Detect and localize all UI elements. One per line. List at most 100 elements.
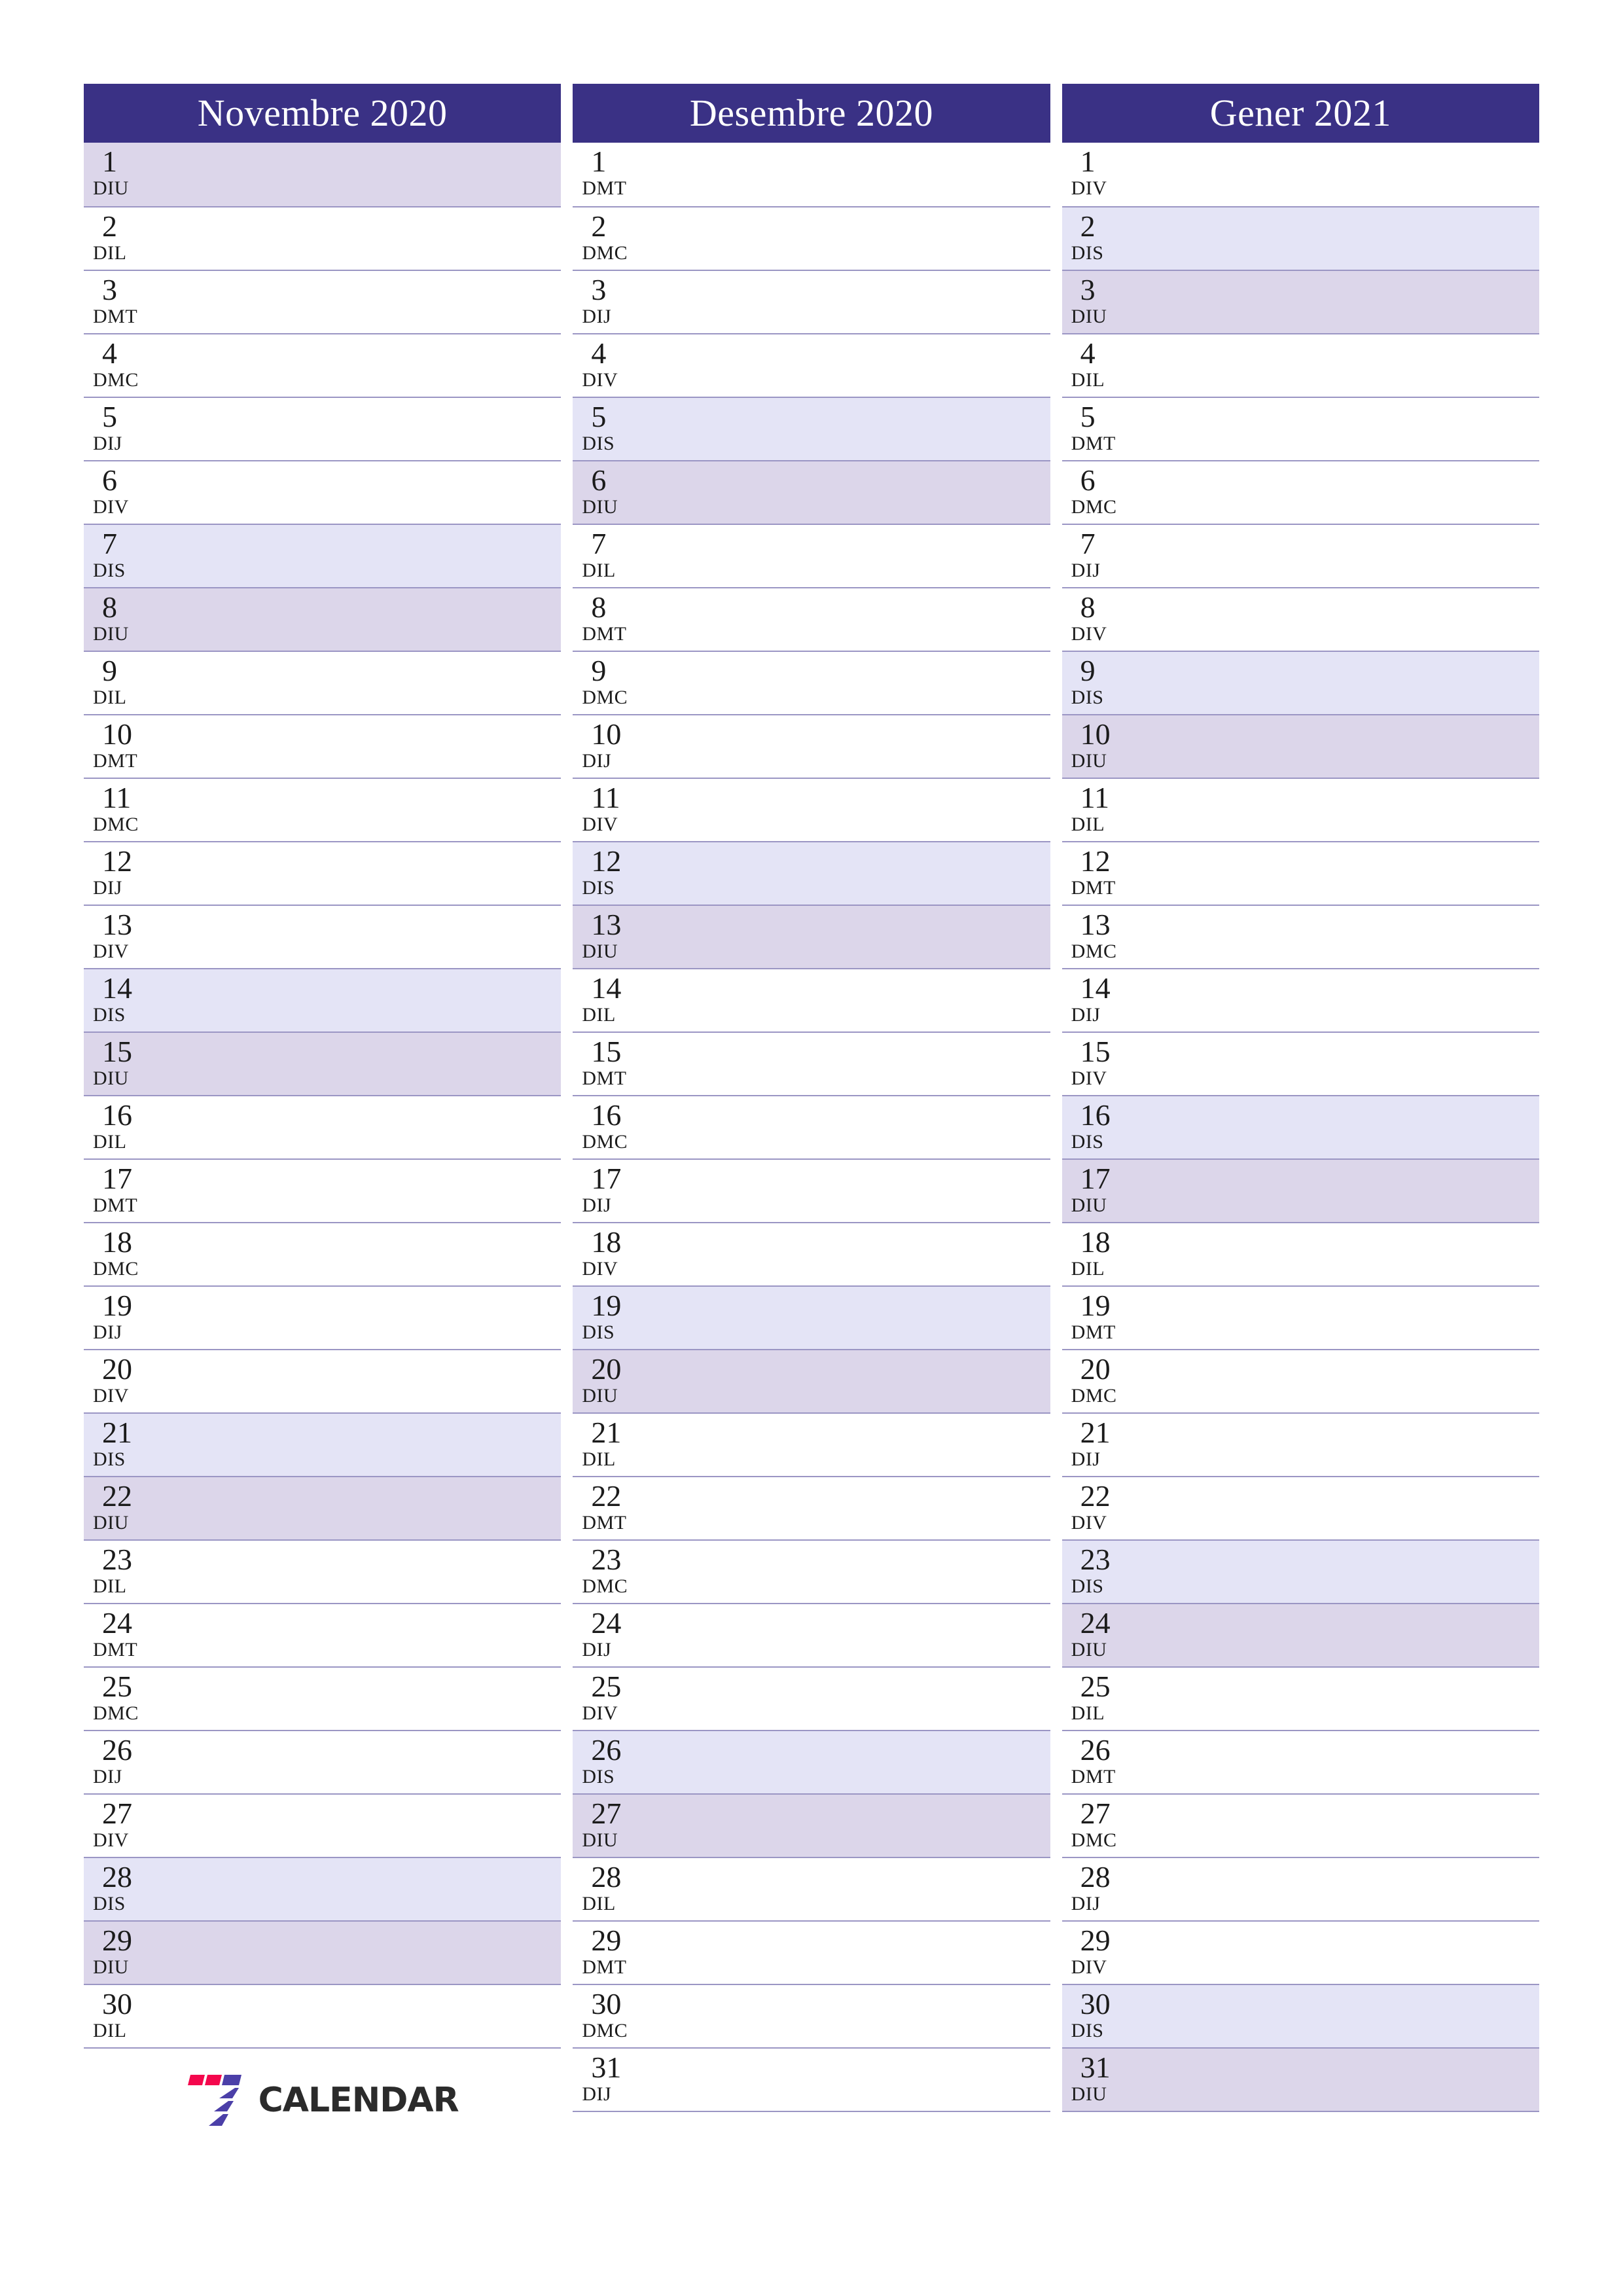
day-row[interactable]: 20 DIU <box>573 1349 1050 1412</box>
day-row[interactable]: 1 DMT <box>573 143 1050 206</box>
day-row[interactable]: 11 DMC <box>84 778 562 841</box>
day-row[interactable]: 4 DIV <box>573 333 1050 397</box>
seven-digit-icon <box>187 2072 247 2128</box>
day-row[interactable]: 1 DIV <box>1061 143 1539 206</box>
day-row[interactable]: 29 DIU <box>84 1920 562 1984</box>
day-row[interactable]: 6 DIU <box>573 460 1050 524</box>
day-row[interactable]: 14 DIL <box>573 968 1050 1031</box>
day-row[interactable]: 12 DIJ <box>84 841 562 905</box>
day-row[interactable]: 2 DIS <box>1061 206 1539 270</box>
day-row[interactable]: 16 DMC <box>573 1095 1050 1158</box>
day-row[interactable]: 24 DMT <box>84 1603 562 1666</box>
day-row[interactable]: 22 DMT <box>573 1476 1050 1539</box>
day-abbreviation: DIS <box>93 1448 126 1470</box>
day-row[interactable]: 24 DIJ <box>573 1603 1050 1666</box>
day-row[interactable]: 7 DIS <box>84 524 562 587</box>
day-row[interactable]: 17 DIU <box>1061 1158 1539 1222</box>
day-row[interactable]: 26 DIS <box>573 1730 1050 1793</box>
day-row[interactable]: 17 DIJ <box>573 1158 1050 1222</box>
day-row[interactable]: 29 DMT <box>573 1920 1050 1984</box>
day-number: 20 <box>591 1352 622 1386</box>
day-row[interactable]: 9 DIL <box>84 651 562 714</box>
day-row[interactable]: 18 DMC <box>84 1222 562 1285</box>
day-row[interactable]: 11 DIL <box>1061 778 1539 841</box>
day-row[interactable]: 30 DMC <box>573 1984 1050 2047</box>
day-abbreviation: DIJ <box>1071 1004 1101 1026</box>
day-row[interactable]: 16 DIL <box>84 1095 562 1158</box>
day-row[interactable]: 28 DIS <box>84 1857 562 1920</box>
day-row[interactable]: 13 DIU <box>573 905 1050 968</box>
day-row[interactable]: 1 DIU <box>84 143 562 206</box>
day-row[interactable]: 26 DMT <box>1061 1730 1539 1793</box>
day-row[interactable]: 12 DIS <box>573 841 1050 905</box>
day-row[interactable]: 30 DIL <box>84 1984 562 2047</box>
day-row[interactable]: 12 DMT <box>1061 841 1539 905</box>
day-row[interactable]: 18 DIV <box>573 1222 1050 1285</box>
day-row[interactable]: 15 DIV <box>1061 1031 1539 1095</box>
day-row[interactable]: 16 DIS <box>1061 1095 1539 1158</box>
day-row[interactable]: 8 DIU <box>84 587 562 651</box>
day-row[interactable]: 2 DMC <box>573 206 1050 270</box>
day-row[interactable]: 18 DIL <box>1061 1222 1539 1285</box>
day-row[interactable]: 14 DIS <box>84 968 562 1031</box>
day-row[interactable]: 14 DIJ <box>1061 968 1539 1031</box>
day-row[interactable]: 3 DMT <box>84 270 562 333</box>
day-row[interactable]: 27 DIV <box>84 1793 562 1857</box>
day-row[interactable]: 19 DMT <box>1061 1285 1539 1349</box>
day-row[interactable]: 31 DIU <box>1061 2047 1539 2111</box>
day-row[interactable]: 28 DIL <box>573 1857 1050 1920</box>
day-row[interactable]: 30 DIS <box>1061 1984 1539 2047</box>
day-row[interactable]: 31 DIJ <box>573 2047 1050 2111</box>
day-row[interactable]: 25 DMC <box>84 1666 562 1730</box>
day-row[interactable]: 20 DIV <box>84 1349 562 1412</box>
day-row[interactable]: 20 DMC <box>1061 1349 1539 1412</box>
day-number: 10 <box>591 717 622 751</box>
day-row[interactable]: 15 DIU <box>84 1031 562 1095</box>
day-row[interactable]: 21 DIS <box>84 1412 562 1476</box>
day-row[interactable]: 11 DIV <box>573 778 1050 841</box>
day-row[interactable]: 21 DIL <box>573 1412 1050 1476</box>
day-row[interactable]: 10 DMT <box>84 714 562 778</box>
day-row[interactable]: 23 DIS <box>1061 1539 1539 1603</box>
day-row[interactable]: 3 DIU <box>1061 270 1539 333</box>
day-row[interactable]: 2 DIL <box>84 206 562 270</box>
day-row[interactable]: 8 DIV <box>1061 587 1539 651</box>
day-row[interactable]: 19 DIS <box>573 1285 1050 1349</box>
day-row[interactable]: 26 DIJ <box>84 1730 562 1793</box>
day-row[interactable]: 3 DIJ <box>573 270 1050 333</box>
day-row[interactable]: 4 DIL <box>1061 333 1539 397</box>
day-row[interactable]: 28 DIJ <box>1061 1857 1539 1920</box>
day-row[interactable]: 25 DIV <box>573 1666 1050 1730</box>
day-row[interactable]: 13 DIV <box>84 905 562 968</box>
day-row[interactable]: 27 DIU <box>573 1793 1050 1857</box>
day-row[interactable]: 22 DIU <box>84 1476 562 1539</box>
day-row[interactable]: 15 DMT <box>573 1031 1050 1095</box>
day-row[interactable]: 7 DIL <box>573 524 1050 587</box>
day-row[interactable]: 5 DMT <box>1061 397 1539 460</box>
day-row[interactable]: 17 DMT <box>84 1158 562 1222</box>
day-row[interactable]: 5 DIJ <box>84 397 562 460</box>
day-row[interactable]: 19 DIJ <box>84 1285 562 1349</box>
day-row[interactable]: 6 DMC <box>1061 460 1539 524</box>
day-abbreviation: DMT <box>582 623 627 645</box>
day-number: 17 <box>591 1162 622 1195</box>
day-row[interactable]: 5 DIS <box>573 397 1050 460</box>
day-row[interactable]: 22 DIV <box>1061 1476 1539 1539</box>
day-row[interactable]: 23 DMC <box>573 1539 1050 1603</box>
day-row[interactable]: 21 DIJ <box>1061 1412 1539 1476</box>
day-row[interactable]: 7 DIJ <box>1061 524 1539 587</box>
day-row[interactable]: 23 DIL <box>84 1539 562 1603</box>
day-row[interactable]: 9 DIS <box>1061 651 1539 714</box>
day-row[interactable]: 27 DMC <box>1061 1793 1539 1857</box>
day-row[interactable]: 8 DMT <box>573 587 1050 651</box>
day-row[interactable]: 10 DIU <box>1061 714 1539 778</box>
day-row[interactable]: 13 DMC <box>1061 905 1539 968</box>
day-row[interactable]: 10 DIJ <box>573 714 1050 778</box>
day-row[interactable]: 25 DIL <box>1061 1666 1539 1730</box>
day-row[interactable]: 4 DMC <box>84 333 562 397</box>
day-row[interactable]: 6 DIV <box>84 460 562 524</box>
day-row[interactable]: 24 DIU <box>1061 1603 1539 1666</box>
day-number: 22 <box>1080 1479 1111 1513</box>
day-row[interactable]: 9 DMC <box>573 651 1050 714</box>
day-row[interactable]: 29 DIV <box>1061 1920 1539 1984</box>
